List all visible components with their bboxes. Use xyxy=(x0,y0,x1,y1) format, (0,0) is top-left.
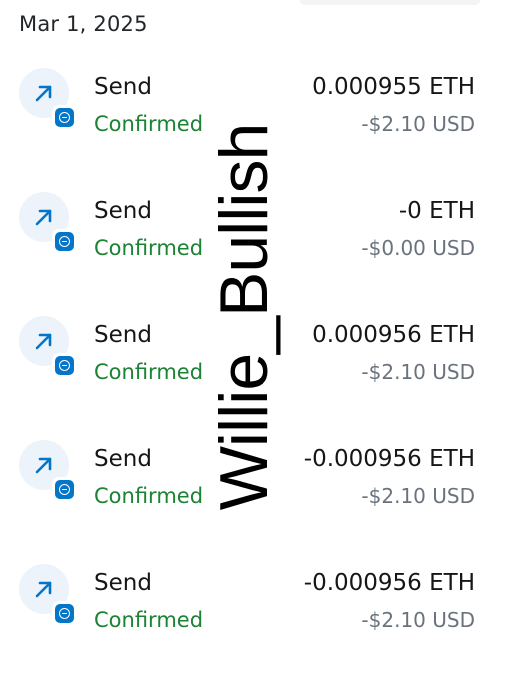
transaction-status: Confirmed xyxy=(94,608,204,632)
transaction-amount: -0.000956 ETH xyxy=(303,446,475,472)
network-badge-icon xyxy=(52,601,77,626)
top-panel-edge xyxy=(300,0,480,5)
date-header: Mar 1, 2025 xyxy=(19,12,148,36)
arrow-up-right-icon xyxy=(35,457,52,474)
transaction-fiat-value: -$2.10 USD xyxy=(361,112,475,136)
network-badge-icon xyxy=(52,105,77,130)
transaction-status: Confirmed xyxy=(94,236,204,260)
transaction-amount: 0.000956 ETH xyxy=(312,322,475,348)
transaction-amount: 0.000955 ETH xyxy=(312,74,475,100)
arrow-up-right-icon xyxy=(35,333,52,350)
transaction-type: Send xyxy=(94,322,152,348)
transaction-status: Confirmed xyxy=(94,484,204,508)
transaction-row[interactable]: Send Confirmed 0.000955 ETH -$2.10 USD xyxy=(0,66,507,190)
transaction-amount: -0.000956 ETH xyxy=(303,570,475,596)
transaction-type: Send xyxy=(94,198,152,224)
transaction-type: Send xyxy=(94,570,152,596)
transaction-row[interactable]: Send Confirmed 0.000956 ETH -$2.10 USD xyxy=(0,314,507,438)
arrow-up-right-icon xyxy=(35,209,52,226)
transaction-fiat-value: -$2.10 USD xyxy=(361,360,475,384)
transaction-amount: -0 ETH xyxy=(398,198,475,224)
network-badge-icon xyxy=(52,229,77,254)
transaction-fiat-value: -$0.00 USD xyxy=(361,236,475,260)
network-badge-icon xyxy=(52,477,77,502)
transaction-row[interactable]: Send Confirmed -0.000956 ETH -$2.10 USD xyxy=(0,438,507,562)
transaction-type: Send xyxy=(94,74,152,100)
transaction-status: Confirmed xyxy=(94,360,204,384)
transaction-type: Send xyxy=(94,446,152,472)
arrow-up-right-icon xyxy=(35,85,52,102)
arrow-up-right-icon xyxy=(35,581,52,598)
transaction-status: Confirmed xyxy=(94,112,204,136)
transaction-fiat-value: -$2.10 USD xyxy=(361,608,475,632)
transaction-list: Send Confirmed 0.000955 ETH -$2.10 USD S… xyxy=(0,66,507,686)
network-badge-icon xyxy=(52,353,77,378)
transaction-row[interactable]: Send Confirmed -0.000956 ETH -$2.10 USD xyxy=(0,562,507,686)
transaction-row[interactable]: Send Confirmed -0 ETH -$0.00 USD xyxy=(0,190,507,314)
transaction-fiat-value: -$2.10 USD xyxy=(361,484,475,508)
